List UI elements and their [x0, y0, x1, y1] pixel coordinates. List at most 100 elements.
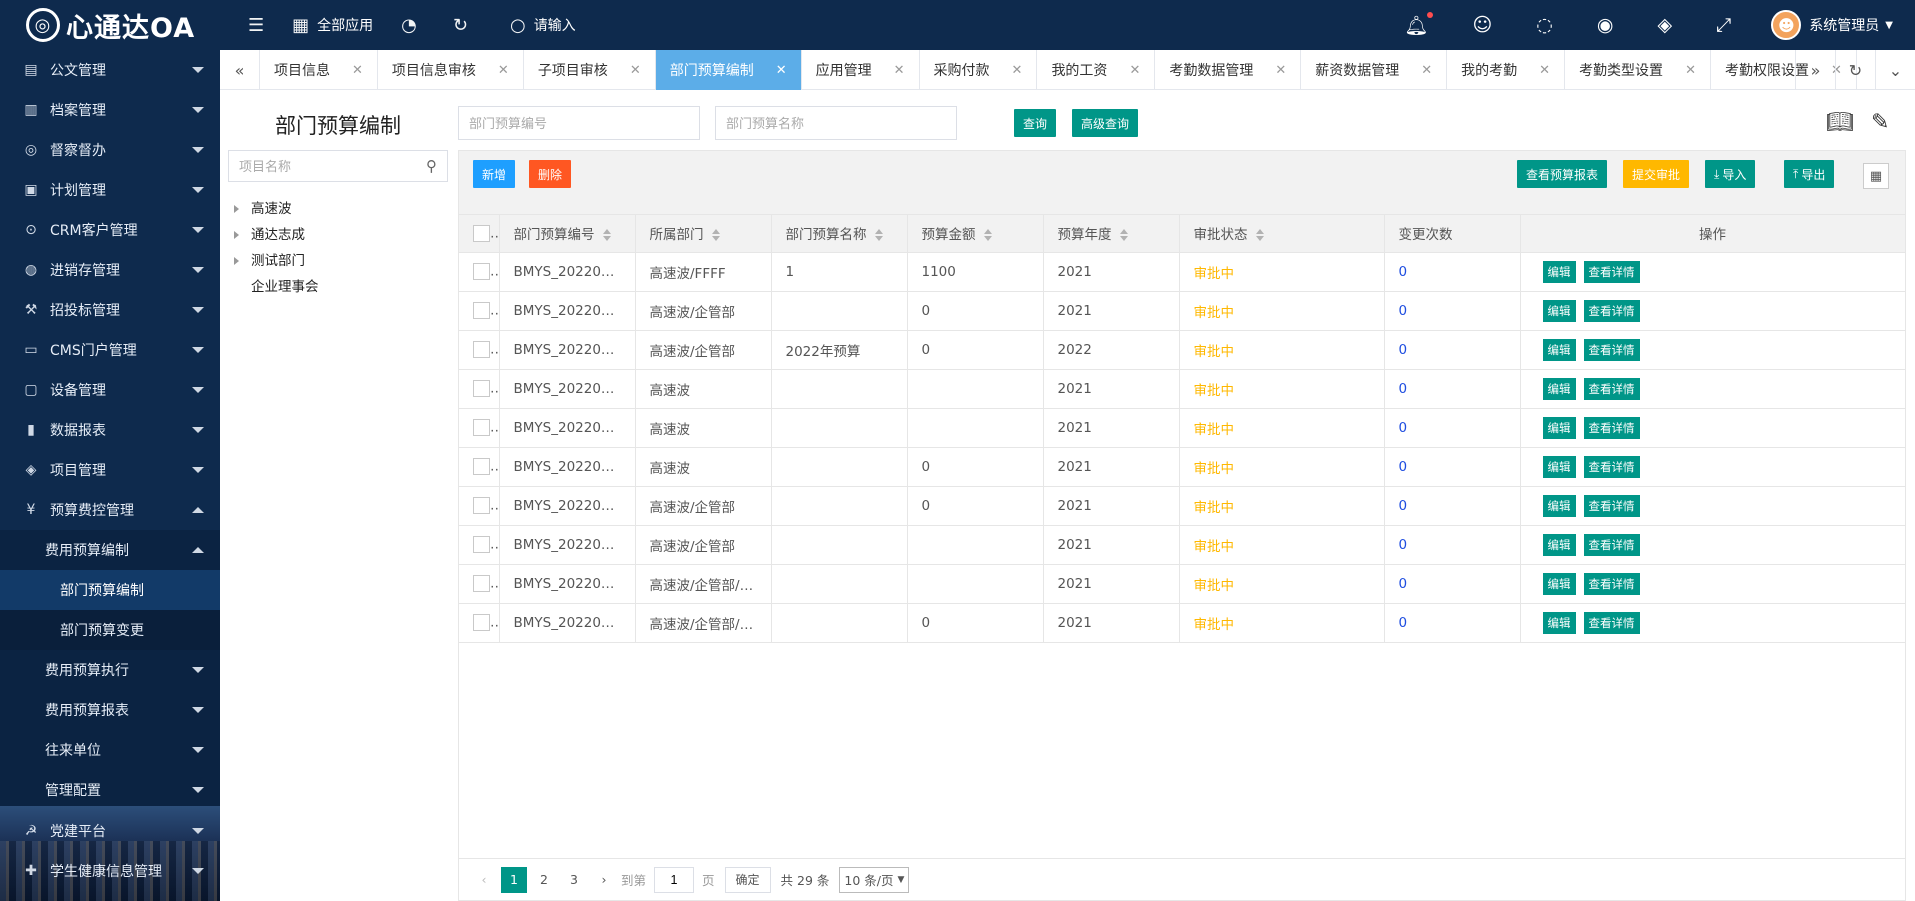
submit-approval-button[interactable]: 提交审批: [1623, 160, 1690, 188]
sidebar-item-project[interactable]: ◈ 项目管理: [0, 450, 220, 490]
book-icon[interactable]: 📖︎: [1826, 110, 1854, 135]
tree-node[interactable]: 企业理事会: [234, 275, 319, 295]
tab-salary-data[interactable]: 薪资数据管理 ✕: [1301, 50, 1448, 90]
tab-project-info[interactable]: 项目信息 ✕: [260, 50, 378, 90]
sort-icon[interactable]: [602, 229, 611, 242]
edit-button[interactable]: 编辑: [1542, 416, 1576, 439]
edit-button[interactable]: 编辑: [1542, 572, 1576, 595]
row-checkbox[interactable]: [473, 263, 490, 280]
sort-icon[interactable]: [983, 229, 992, 242]
table-row[interactable]: BMYS_202202_00... 高速波 2021 审批中 0 编辑 查看详情: [459, 408, 1906, 448]
select-all-checkbox[interactable]: [473, 224, 490, 242]
table-row[interactable]: BMYS_202202_00... 高速波/企管部 0 2021 审批中 0 编辑 查看详情: [459, 486, 1906, 526]
caret-right-icon[interactable]: [234, 205, 239, 213]
sidebar-item-supervise[interactable]: ◎ 督察督办: [0, 130, 220, 170]
app-logo[interactable]: ◎ 心通达OA: [0, 0, 220, 50]
column-header[interactable]: 预算金额: [907, 215, 1044, 253]
tab-scroll-right-button[interactable]: »: [1795, 50, 1835, 90]
tab-purchase-pay[interactable]: 采购付款 ✕: [920, 50, 1038, 90]
sidebar-item-cms[interactable]: ▭ CMS门户管理: [0, 330, 220, 370]
close-icon[interactable]: ✕: [1685, 63, 1696, 78]
import-button[interactable]: ⤓ 导入: [1705, 160, 1756, 188]
cell-change-count[interactable]: 0: [1384, 486, 1521, 526]
sidebar-item-plan[interactable]: ▣ 计划管理: [0, 170, 220, 210]
sort-icon[interactable]: [711, 229, 720, 242]
goto-confirm-button[interactable]: 确定: [724, 866, 771, 893]
tab-dept-budget[interactable]: 部门预算编制 ✕: [655, 50, 802, 90]
sort-icon[interactable]: [1119, 229, 1128, 242]
column-header[interactable]: 部门预算名称: [771, 215, 908, 253]
layers-icon[interactable]: ◈: [1657, 14, 1672, 36]
edit-button[interactable]: 编辑: [1542, 377, 1576, 400]
cell-change-count[interactable]: 0: [1384, 330, 1521, 370]
export-button[interactable]: ⤒ 导出: [1784, 160, 1835, 188]
advanced-query-button[interactable]: 高级查询: [1072, 109, 1139, 137]
table-row[interactable]: BMYS_202202_00... 高速波/企管部/新... 2021 审批中 0 编辑查…: [459, 564, 1906, 604]
row-checkbox[interactable]: [473, 380, 490, 397]
row-checkbox[interactable]: [473, 614, 490, 631]
close-icon[interactable]: ✕: [1421, 63, 1432, 78]
help-edit-icon[interactable]: ✎: [1871, 110, 1889, 135]
table-row[interactable]: BMYS_202202_00... 高速波 2021 审批中 0 编辑 查看详情: [459, 369, 1906, 409]
cell-change-count[interactable]: 0: [1384, 447, 1521, 487]
edit-button[interactable]: 编辑: [1542, 533, 1576, 556]
close-icon[interactable]: ✕: [1275, 63, 1286, 78]
view-report-button[interactable]: 查看预算报表: [1517, 160, 1608, 188]
goto-page-input[interactable]: [654, 866, 695, 893]
table-row[interactable]: BMYS_202202_00... 高速波/企管部 0 2021 审批中 0 编辑 查看详情: [459, 291, 1906, 331]
budget-name-input[interactable]: [715, 106, 957, 140]
add-button[interactable]: 新增: [473, 160, 516, 188]
close-icon[interactable]: ✕: [1129, 63, 1140, 78]
close-icon[interactable]: ✕: [776, 63, 787, 78]
column-header[interactable]: 部门预算编号: [499, 215, 636, 253]
page-number[interactable]: 2: [531, 867, 557, 893]
next-page-icon[interactable]: ›: [591, 867, 617, 893]
global-search[interactable]: ○ 请输入: [510, 15, 576, 36]
row-checkbox[interactable]: [473, 536, 490, 553]
view-detail-button[interactable]: 查看详情: [1583, 572, 1640, 595]
view-detail-button[interactable]: 查看详情: [1583, 416, 1640, 439]
column-header[interactable]: 预算年度: [1043, 215, 1180, 253]
edit-button[interactable]: 编辑: [1542, 455, 1576, 478]
sidebar-sub-dept-budget-compile[interactable]: 部门预算编制: [0, 570, 220, 610]
edit-button[interactable]: 编辑: [1542, 260, 1576, 283]
sidebar-item-docs[interactable]: ▤ 公文管理: [0, 50, 220, 90]
query-button[interactable]: 查询: [1014, 109, 1057, 137]
sidebar-item-reports[interactable]: ▮ 数据报表: [0, 410, 220, 450]
table-row[interactable]: BMYS_202202_00... 高速波/FFFF 1 1100 2021 审批中 0 编辑…: [459, 252, 1906, 292]
dashboard-button[interactable]: ◔: [401, 15, 425, 36]
chat-icon[interactable]: ◌: [1536, 14, 1553, 36]
prev-page-icon[interactable]: ‹: [471, 867, 497, 893]
tab-project-review[interactable]: 项目信息审核 ✕: [378, 50, 524, 90]
fullscreen-icon[interactable]: ⤢: [1716, 14, 1731, 36]
tab-attendance-type[interactable]: 考勤类型设置 ✕: [1565, 50, 1711, 90]
sidebar-sub-partners[interactable]: 往来单位: [0, 730, 220, 770]
view-detail-button[interactable]: 查看详情: [1583, 455, 1640, 478]
row-checkbox[interactable]: [473, 341, 490, 358]
tab-scroll-left-button[interactable]: «: [220, 50, 260, 90]
tree-node[interactable]: 高速波: [234, 197, 292, 217]
close-icon[interactable]: ✕: [1012, 63, 1023, 78]
caret-right-icon[interactable]: [234, 257, 239, 265]
row-checkbox[interactable]: [473, 302, 490, 319]
all-apps-button[interactable]: ▦ 全部应用: [292, 15, 373, 36]
theme-palette-icon[interactable]: ◉: [1597, 14, 1614, 36]
chevron-down-icon[interactable]: ⌄: [1875, 50, 1915, 90]
budget-code-input[interactable]: [458, 106, 700, 140]
notification-bell-icon[interactable]: 🔔︎: [1404, 11, 1434, 37]
delete-button[interactable]: 删除: [529, 160, 572, 188]
table-row[interactable]: BMYS_202202_00... 高速波/企管部/新... 0 2021 审批中 0 编辑…: [459, 603, 1906, 643]
view-detail-button[interactable]: 查看详情: [1583, 494, 1640, 517]
edit-button[interactable]: 编辑: [1542, 611, 1576, 634]
row-checkbox[interactable]: [473, 458, 490, 475]
row-checkbox[interactable]: [473, 497, 490, 514]
table-row[interactable]: BMYS_202202_00... 高速波 0 2021 审批中 0 编辑 查看详情: [459, 447, 1906, 487]
page-number[interactable]: 1: [501, 866, 527, 893]
row-checkbox[interactable]: [473, 419, 490, 436]
refresh-icon[interactable]: ↻: [1835, 50, 1875, 90]
view-detail-button[interactable]: 查看详情: [1583, 611, 1640, 634]
edit-button[interactable]: 编辑: [1542, 299, 1576, 322]
edit-button[interactable]: 编辑: [1542, 494, 1576, 517]
view-detail-button[interactable]: 查看详情: [1583, 377, 1640, 400]
caret-right-icon[interactable]: [234, 231, 239, 239]
